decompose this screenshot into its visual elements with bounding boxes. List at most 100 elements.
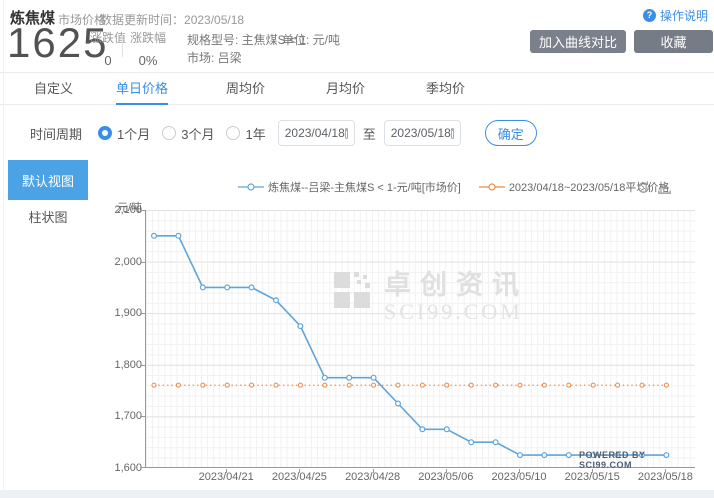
sidebar-item-default-view[interactable]: 默认视图 [8, 160, 88, 200]
price-point[interactable] [542, 453, 547, 458]
average-point[interactable] [616, 383, 620, 387]
price-point[interactable] [152, 233, 157, 238]
radio-3-month[interactable]: 3个月 [162, 124, 214, 143]
average-point[interactable] [640, 383, 644, 387]
average-point[interactable] [274, 383, 278, 387]
plot-area[interactable]: 卓创资讯 SCI99.COM POWERED BY SCI99.COM [145, 210, 695, 468]
price-point[interactable] [322, 375, 327, 380]
legend-price-series[interactable]: 炼焦煤--吕梁-主焦煤S < 1-元/吨[市场价] [238, 179, 461, 195]
tab-custom[interactable]: 自定义 [34, 73, 73, 105]
price-point[interactable] [274, 298, 279, 303]
price-point[interactable] [176, 233, 181, 238]
radio-icon [226, 126, 240, 140]
question-icon: ? [643, 9, 656, 22]
y-axis-tick [140, 313, 145, 314]
price-point[interactable] [518, 453, 523, 458]
period-label: 时间周期 [30, 124, 82, 143]
add-curve-compare-button[interactable]: 加入曲线对比 [530, 30, 626, 53]
y-axis-tick [140, 365, 145, 366]
average-point[interactable] [347, 383, 351, 387]
average-point[interactable] [469, 383, 473, 387]
market-label: 市场: 吕梁 [187, 49, 306, 67]
radio-1-month[interactable]: 1个月 [98, 124, 150, 143]
refresh-icon[interactable] [636, 180, 651, 200]
tab-quarterly-avg[interactable]: 季均价 [426, 73, 465, 105]
help-label: 操作说明 [660, 7, 708, 24]
powered-by-watermark: POWERED BY SCI99.COM [579, 450, 695, 470]
average-point[interactable] [664, 383, 668, 387]
price-point[interactable] [298, 324, 303, 329]
x-axis-tick [446, 469, 447, 473]
update-time-label: 数据更新时间： [100, 13, 184, 27]
tab-weekly-avg[interactable]: 周均价 [226, 73, 265, 105]
average-point[interactable] [176, 383, 180, 387]
price-point[interactable] [225, 285, 230, 290]
calendar-icon [451, 128, 454, 139]
price-point[interactable] [396, 401, 401, 406]
price-point[interactable] [420, 427, 425, 432]
average-point[interactable] [445, 383, 449, 387]
radio-1-month-label: 1个月 [117, 124, 150, 143]
average-point[interactable] [591, 383, 595, 387]
to-label: 至 [363, 124, 376, 143]
average-point[interactable] [396, 383, 400, 387]
y-axis-tick [140, 416, 145, 417]
y-axis-label: 1,800 [102, 359, 142, 371]
help-link[interactable]: ? 操作说明 [643, 7, 708, 24]
radio-3-month-label: 3个月 [181, 124, 214, 143]
y-axis-label: 2,000 [102, 256, 142, 268]
average-point[interactable] [298, 383, 302, 387]
price-point[interactable] [493, 440, 498, 445]
x-axis-tick [519, 469, 520, 473]
favorite-button[interactable]: 收藏 [634, 30, 713, 53]
average-point[interactable] [323, 383, 327, 387]
average-point[interactable] [494, 383, 498, 387]
change-pct-label: 涨跌幅 [128, 29, 168, 46]
x-axis-tick [299, 469, 300, 473]
price-point[interactable] [469, 440, 474, 445]
average-point[interactable] [518, 383, 522, 387]
average-point[interactable] [542, 383, 546, 387]
average-point[interactable] [567, 383, 571, 387]
average-point[interactable] [250, 383, 254, 387]
price-point[interactable] [371, 375, 376, 380]
tab-monthly-avg[interactable]: 月均价 [326, 73, 365, 105]
x-axis-tick [373, 469, 374, 473]
update-time-value: 2023/05/18 [184, 13, 244, 27]
average-point[interactable] [372, 383, 376, 387]
sidebar-item-bar-chart[interactable]: 柱状图 [8, 207, 88, 226]
coking-coal-price-page: 炼焦煤 市场价格 数据更新时间：2023/05/18 1625 涨跌值 0 涨跌… [0, 0, 714, 498]
y-axis-tick [140, 467, 145, 468]
average-point[interactable] [420, 383, 424, 387]
price-point[interactable] [347, 375, 352, 380]
divider [3, 0, 4, 490]
download-icon[interactable] [657, 180, 672, 200]
date-to-input[interactable]: 2023/05/18 [384, 120, 461, 146]
price-point[interactable] [444, 427, 449, 432]
y-axis-label: 1,700 [102, 410, 142, 422]
divider [122, 33, 123, 57]
price-point[interactable] [249, 285, 254, 290]
legend-price-label: 炼焦煤--吕梁-主焦煤S < 1-元/吨[市场价] [268, 179, 461, 195]
radio-selected-icon [98, 126, 112, 140]
tab-daily-price[interactable]: 单日价格 [116, 73, 168, 105]
average-point[interactable] [225, 383, 229, 387]
tab-bar: 自定义 单日价格 周均价 月均价 季均价 [0, 72, 714, 105]
price-point[interactable] [200, 285, 205, 290]
price-line [154, 236, 666, 455]
change-pct: 0% [128, 53, 168, 68]
y-axis-tick [140, 210, 145, 211]
radio-icon [162, 126, 176, 140]
date-from-input[interactable]: 2023/04/18 [278, 120, 355, 146]
legend-marker-line-circle-icon [479, 182, 505, 192]
y-axis-label: 1,600 [102, 462, 142, 474]
radio-1-year[interactable]: 1年 [226, 124, 265, 143]
y-axis-label: 1,900 [102, 307, 142, 319]
chart-canvas[interactable] [146, 210, 696, 468]
price-point[interactable] [566, 453, 571, 458]
page-background-strip [0, 490, 714, 498]
average-point[interactable] [201, 383, 205, 387]
average-point[interactable] [152, 383, 156, 387]
update-time: 数据更新时间：2023/05/18 [100, 11, 244, 28]
confirm-button[interactable]: 确定 [485, 120, 537, 146]
